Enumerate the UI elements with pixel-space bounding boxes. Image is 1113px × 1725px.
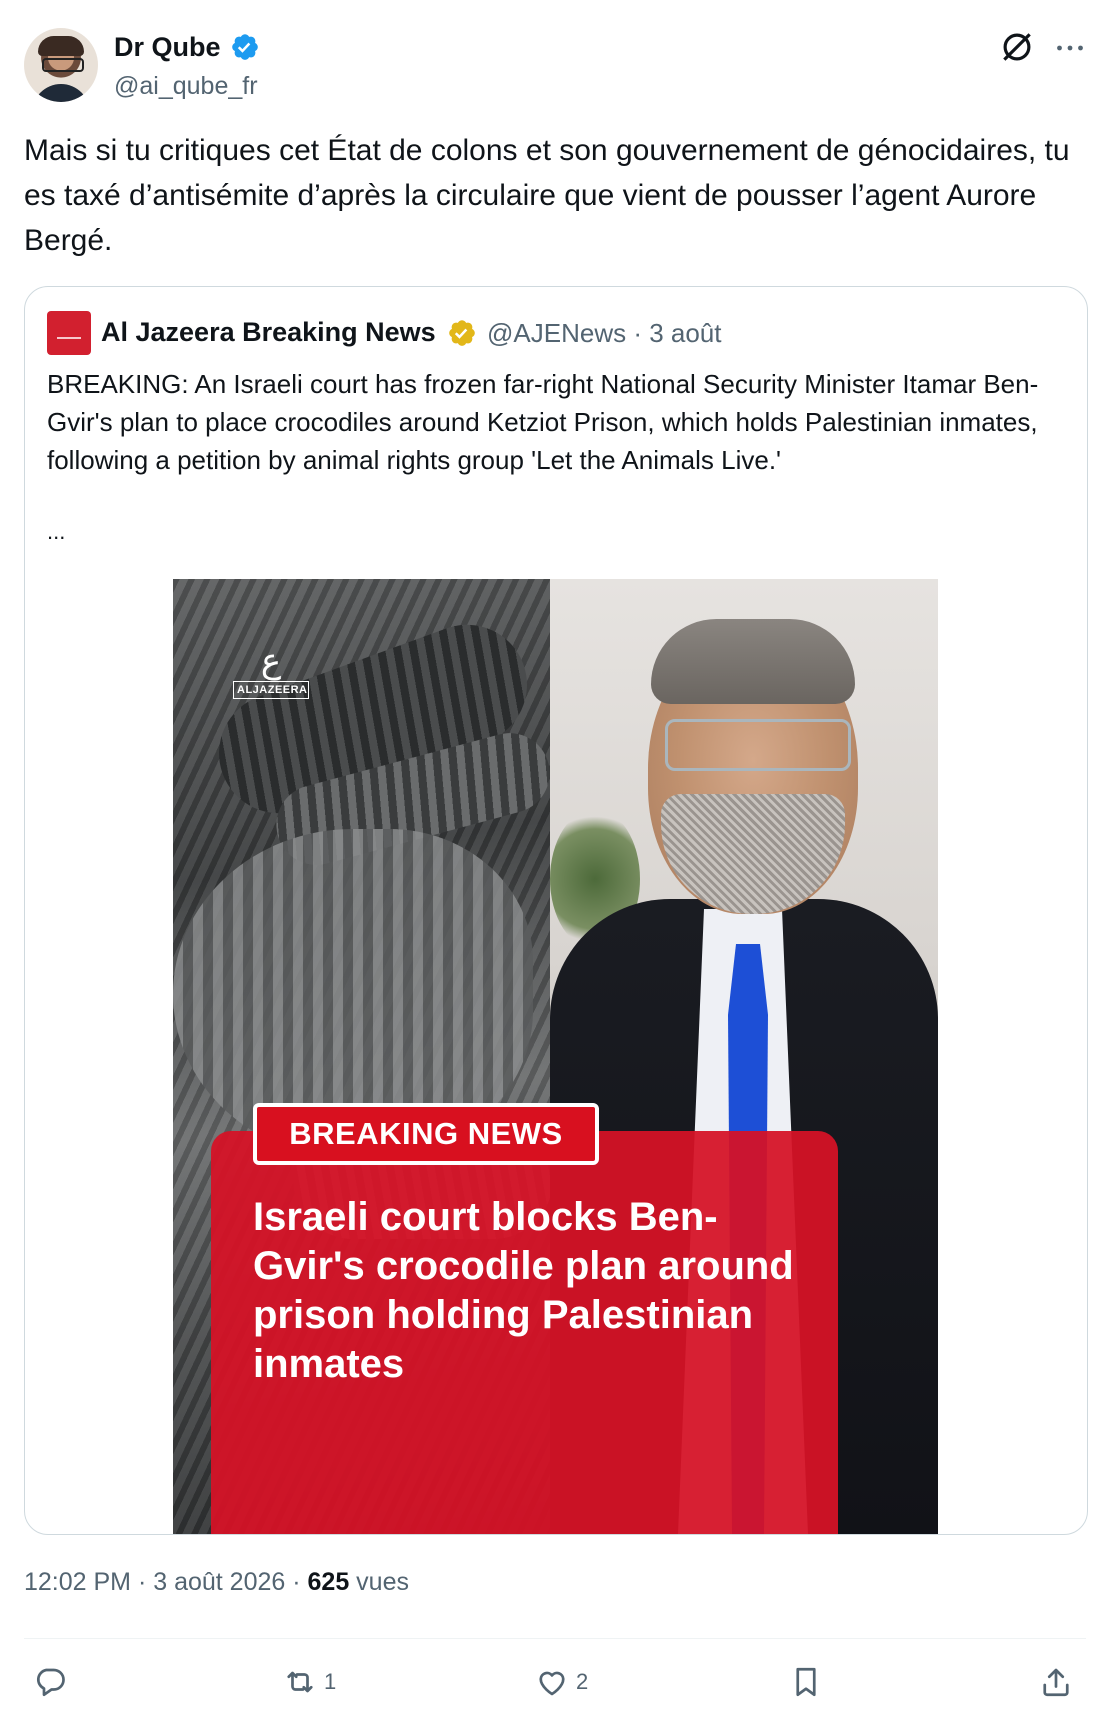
quoted-author-name[interactable]: Al Jazeera Breaking News: [101, 315, 436, 349]
author-name[interactable]: Dr Qube: [114, 30, 221, 64]
quoted-text: BREAKING: An Israeli court has frozen fa…: [47, 369, 1039, 475]
reply-button[interactable]: [32, 1660, 74, 1704]
quoted-media-image[interactable]: ع ALJAZEERA BREAKING NEWS Israeli court …: [173, 579, 938, 1534]
bookmark-icon: [796, 1667, 816, 1697]
heart-icon: [539, 1671, 565, 1696]
share-icon: [1043, 1668, 1069, 1697]
retweet-button[interactable]: 1: [282, 1660, 336, 1704]
avatar[interactable]: [24, 28, 98, 102]
breaking-news-banner: BREAKING NEWS: [253, 1103, 599, 1165]
quoted-handle-date: @AJENews · 3 août: [487, 318, 722, 348]
timestamp[interactable]: 12:02 PM · 3 août 2026 · 625 vues: [24, 1565, 409, 1599]
aljazeera-logo: ع ALJAZEERA: [233, 641, 309, 717]
grok-icon[interactable]: [998, 28, 1036, 66]
bookmark-button[interactable]: [788, 1660, 824, 1704]
aljazeera-avatar[interactable]: [47, 311, 91, 355]
image-headline: Israeli court blocks Ben-Gvir's crocodil…: [253, 1195, 794, 1386]
author-handle[interactable]: @ai_qube_fr: [114, 70, 258, 102]
tweet-text: Mais si tu critiques cet État de colons …: [24, 134, 1070, 257]
quoted-more-ellipsis[interactable]: ...: [47, 517, 65, 547]
retweet-count: 1: [324, 1669, 337, 1694]
retweet-icon: [287, 1671, 313, 1693]
views-label: vues: [349, 1568, 409, 1596]
reply-icon: [37, 1668, 65, 1697]
verified-badge-icon: [232, 34, 258, 60]
quoted-tweet-card[interactable]: Al Jazeera Breaking News @AJENews · 3 ao…: [24, 286, 1088, 1535]
more-options-icon[interactable]: [1052, 30, 1088, 66]
share-button[interactable]: [1038, 1660, 1074, 1704]
like-button[interactable]: 2: [534, 1660, 588, 1704]
gold-verified-badge-icon: [449, 320, 475, 346]
like-count: 2: [576, 1669, 589, 1694]
views-count: 625: [307, 1568, 350, 1596]
divider: [24, 1638, 1086, 1639]
